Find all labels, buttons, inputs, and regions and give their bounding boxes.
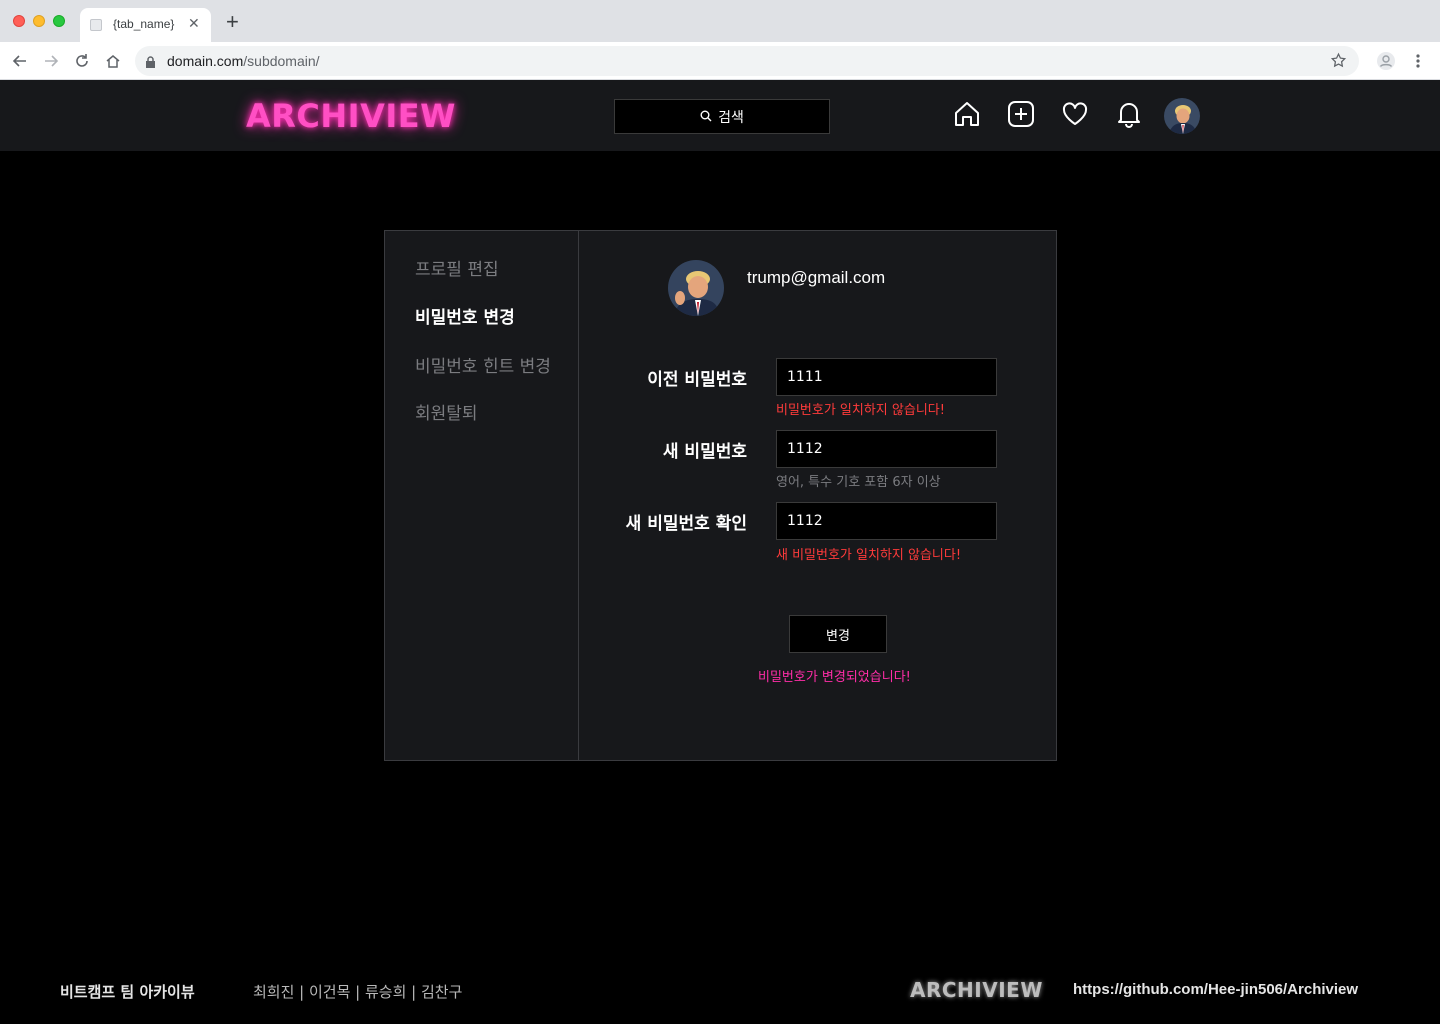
reload-icon[interactable] <box>71 50 93 72</box>
tab-title: {tab_name} <box>113 17 175 31</box>
menu-kebab-icon[interactable] <box>1407 50 1429 72</box>
window-close-button[interactable] <box>13 15 25 27</box>
new-tab-icon[interactable]: + <box>226 11 239 33</box>
old-password-input[interactable] <box>776 358 997 396</box>
bookmark-star-icon[interactable] <box>1330 52 1347 73</box>
sidebar-item-edit-profile[interactable]: 프로필 편집 <box>415 255 499 280</box>
heart-icon[interactable] <box>1061 100 1089 128</box>
success-message: 비밀번호가 변경되었습니다! <box>758 670 911 685</box>
app-header: ARCHIVIEW 검색 <box>0 80 1440 151</box>
footer-github-link[interactable]: https://github.com/Hee-jin506/Archiview <box>1073 981 1358 998</box>
profile-icon[interactable] <box>1375 50 1397 72</box>
new-password-input[interactable] <box>776 430 997 468</box>
profile-email: trump@gmail.com <box>747 268 886 287</box>
page-favicon-icon <box>90 19 102 31</box>
settings-panel: 프로필 편집 비밀번호 변경 비밀번호 힌트 변경 회원탈퇴 trump@gma… <box>384 230 1057 761</box>
lock-icon <box>145 54 156 73</box>
confirm-password-input[interactable] <box>776 502 997 540</box>
new-password-hint: 영어, 특수 기호 포함 6자 이상 <box>776 475 941 490</box>
footer-team-members: 최희진 | 이건목 | 류승희 | 김찬구 <box>253 983 463 1001</box>
footer-logo: ARCHIVIEW <box>910 978 1043 1002</box>
sidebar-item-change-password[interactable]: 비밀번호 변경 <box>415 303 515 328</box>
browser-toolbar: domain.com/subdomain/ <box>0 42 1440 80</box>
url-text: domain.com/subdomain/ <box>167 53 320 69</box>
change-password-button[interactable]: 변경 <box>789 615 887 653</box>
browser-tab-bar: {tab_name} ✕ + <box>0 0 1440 42</box>
add-post-icon[interactable] <box>1007 100 1035 128</box>
user-avatar[interactable] <box>1164 98 1200 134</box>
sidebar-item-withdraw[interactable]: 회원탈퇴 <box>415 399 478 424</box>
window-minimize-button[interactable] <box>33 15 45 27</box>
close-tab-icon[interactable]: ✕ <box>188 15 200 32</box>
footer-title: 비트캠프 팀 아카이뷰 <box>60 983 195 1001</box>
sidebar-item-change-password-hint[interactable]: 비밀번호 힌트 변경 <box>415 352 551 377</box>
profile-avatar <box>668 260 724 316</box>
forward-icon[interactable] <box>40 50 62 72</box>
confirm-password-label: 새 비밀번호 확인 <box>625 514 747 534</box>
old-password-error: 비밀번호가 일치하지 않습니다! <box>776 403 945 418</box>
settings-sidebar: 프로필 편집 비밀번호 변경 비밀번호 힌트 변경 회원탈퇴 <box>385 231 579 760</box>
home-nav-icon[interactable] <box>953 100 981 128</box>
address-bar[interactable]: domain.com/subdomain/ <box>135 46 1359 76</box>
search-icon <box>700 107 712 126</box>
home-icon[interactable] <box>102 50 124 72</box>
app-logo[interactable]: ARCHIVIEW <box>246 97 456 135</box>
bell-icon[interactable] <box>1115 100 1143 128</box>
old-password-label: 이전 비밀번호 <box>647 370 747 390</box>
search-placeholder: 검색 <box>718 109 744 126</box>
new-password-label: 새 비밀번호 <box>662 442 747 462</box>
window-zoom-button[interactable] <box>53 15 65 27</box>
search-bar[interactable]: 검색 <box>614 99 830 134</box>
back-icon[interactable] <box>9 50 31 72</box>
confirm-password-error: 새 비밀번호가 일치하지 않습니다! <box>776 548 962 563</box>
browser-tab[interactable]: {tab_name} ✕ <box>80 8 211 42</box>
